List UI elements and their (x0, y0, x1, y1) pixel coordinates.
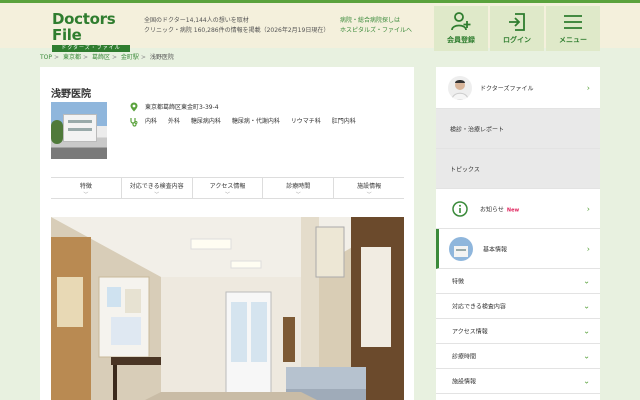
logo-text: Doctors File (52, 10, 116, 44)
clinic-address: 東京都葛飾区東金町3-39-4 (130, 102, 219, 112)
sidebar-item-basic-info[interactable]: 基本情報 › (436, 229, 600, 269)
sidebar-subitem-label: 対応できる検査内容 (452, 303, 506, 311)
breadcrumb-current: 浅野医院 (149, 54, 174, 61)
sidebar-subitem-facility[interactable]: 施設情報 ⌄ (436, 369, 600, 394)
sidebar-nav: ドクターズファイル › 検診・治療レポート トピックス お知らせ New › 基本… (436, 67, 600, 400)
sidebar-subitem-tests[interactable]: 対応できる検査内容 ⌄ (436, 294, 600, 319)
chevron-down-icon: ⌄ (583, 326, 590, 336)
tab-hours[interactable]: 診療時間 ﹀ (263, 178, 335, 198)
chevron-down-icon: ⌄ (583, 351, 590, 361)
hospital-link-line-2: ホスピタルズ・ファイルへ (340, 27, 413, 34)
menu-label: メニュー (559, 36, 587, 44)
sidebar-notice-wrap: お知らせ New (480, 204, 519, 213)
breadcrumb-separator: > (111, 54, 117, 61)
login-label: ログイン (503, 36, 531, 44)
menu-button[interactable]: メニュー (546, 6, 600, 51)
site-tagline: 全国のドクター14,144人の想いを取材 クリニック・病院 160,286件の情… (144, 16, 329, 36)
member-register-button[interactable]: 会員登録 (434, 6, 488, 51)
sidebar-item-notice[interactable]: お知らせ New › (436, 189, 600, 229)
map-pin-icon (130, 102, 138, 112)
breadcrumb-top[interactable]: TOP (40, 54, 52, 61)
breadcrumb-ward[interactable]: 葛飾区 (92, 54, 110, 61)
breadcrumb-separator: > (140, 54, 146, 61)
login-button[interactable]: ログイン (490, 6, 544, 51)
department-item: 外科 (167, 118, 180, 125)
chevron-right-icon: › (586, 204, 590, 213)
tab-label: 特徴 (79, 183, 92, 190)
breadcrumb-prefecture[interactable]: 東京都 (63, 54, 81, 61)
site-logo[interactable]: Doctors File ドクターズ・ファイル (52, 10, 138, 52)
sidebar-item-label: 検診・治療レポート (450, 126, 505, 133)
clinic-exterior-photo (51, 102, 107, 159)
sidebar-item-report[interactable]: 検診・治療レポート (436, 109, 600, 149)
clinic-main-card: 浅野医院 東京都葛飾区東金町3-39-4 内科 外科 糖尿病内科 糖尿病・代謝内… (40, 67, 414, 400)
tab-tests[interactable]: 対応できる検査内容 ﹀ (122, 178, 193, 198)
breadcrumb-separator: > (54, 54, 60, 61)
tab-label: 診療時間 (286, 183, 311, 190)
photo-tree (51, 120, 63, 144)
interior-photo-drawing (51, 217, 404, 400)
breadcrumb-station[interactable]: 金町駅 (121, 54, 139, 61)
sidebar-subitem-features[interactable]: 特徴 ⌄ (436, 269, 600, 294)
info-circle-icon (452, 201, 468, 217)
chevron-down-icon: ﹀ (295, 192, 301, 198)
chevron-down-icon: ⌄ (583, 276, 590, 286)
sidebar-item-label: ドクターズファイル (480, 85, 534, 92)
tab-label: 施設情報 (357, 183, 382, 190)
department-item: 糖尿病内科 (190, 118, 221, 125)
clinic-departments: 内科 外科 糖尿病内科 糖尿病・代謝内科 リウマチ科 肛門内科 (130, 117, 375, 127)
hospital-link-line-1: 病院・総合病院探しは (340, 17, 401, 24)
tab-features[interactable]: 特徴 ﹀ (51, 178, 122, 198)
chevron-down-icon: ﹀ (83, 192, 89, 198)
photo-building (63, 114, 97, 142)
hamburger-icon (564, 15, 582, 29)
chevron-down-icon: ﹀ (224, 192, 230, 198)
stethoscope-icon (130, 118, 138, 127)
sidebar-subitem-label: 診療時間 (452, 353, 477, 361)
department-item: 内科 (145, 118, 158, 125)
person-plus-icon (451, 12, 471, 31)
sidebar-item-topics[interactable]: トピックス (436, 149, 600, 189)
sidebar-item-label: 基本情報 (483, 246, 508, 253)
hospitals-file-link[interactable]: 病院・総合病院探しは ホスピタルズ・ファイルへ (340, 16, 412, 36)
chevron-down-icon: ⌄ (583, 376, 590, 386)
address-text: 東京都葛飾区東金町3-39-4 (145, 104, 219, 111)
tab-label: 対応できる検査内容 (129, 183, 184, 190)
member-register-label: 会員登録 (447, 36, 475, 44)
login-arrow-icon (509, 13, 525, 31)
avatar-drawing (451, 79, 469, 100)
clinic-tab-nav: 特徴 ﹀ 対応できる検査内容 ﹀ アクセス情報 ﹀ 診療時間 ﹀ 施設情報 ﹀ (51, 177, 404, 199)
chevron-down-icon: ﹀ (366, 192, 372, 198)
new-badge: New (506, 207, 520, 213)
sidebar-item-label: トピックス (450, 166, 480, 173)
sidebar-subitem-hours[interactable]: 診療時間 ⌄ (436, 344, 600, 369)
page-title: 浅野医院 (51, 89, 91, 100)
clinic-thumbnail-icon (449, 237, 473, 261)
tab-access[interactable]: アクセス情報 ﹀ (193, 178, 264, 198)
chevron-right-icon: › (586, 244, 590, 253)
doctor-avatar (448, 75, 472, 100)
sidebar-subitem-label: アクセス情報 (452, 328, 488, 336)
sidebar-subitem-access[interactable]: アクセス情報 ⌄ (436, 319, 600, 344)
clinic-interior-photo (51, 217, 404, 400)
department-item: リウマチ科 (290, 118, 321, 125)
sidebar-item-label: お知らせ (480, 206, 504, 213)
sidebar-subitem-label: 施設情報 (452, 378, 477, 386)
breadcrumb: TOP > 東京都 > 葛飾区 > 金町駅 > 浅野医院 (40, 52, 174, 61)
breadcrumb-separator: > (82, 54, 89, 61)
department-item: 肛門内科 (331, 118, 356, 125)
tagline-line-2: クリニック・病院 160,286件の情報を掲載（2026年2月19日現在） (144, 27, 330, 34)
site-header: Doctors File ドクターズ・ファイル 全国のドクター14,144人の想… (0, 0, 640, 52)
department-item: 糖尿病・代謝内科 (231, 118, 280, 125)
sidebar-subitem-more[interactable] (436, 394, 600, 400)
chevron-down-icon: ﹀ (154, 192, 160, 198)
logo-subtitle: ドクターズ・ファイル (52, 45, 130, 52)
sidebar-subitem-label: 特徴 (452, 278, 465, 286)
tab-label: アクセス情報 (209, 183, 246, 190)
sidebar-item-doctors-file[interactable]: ドクターズファイル › (436, 67, 600, 109)
tab-facility[interactable]: 施設情報 ﹀ (334, 178, 404, 198)
chevron-right-icon: › (586, 83, 590, 92)
chevron-down-icon: ⌄ (583, 301, 590, 311)
tagline-line-1: 全国のドクター14,144人の想いを取材 (144, 17, 249, 24)
